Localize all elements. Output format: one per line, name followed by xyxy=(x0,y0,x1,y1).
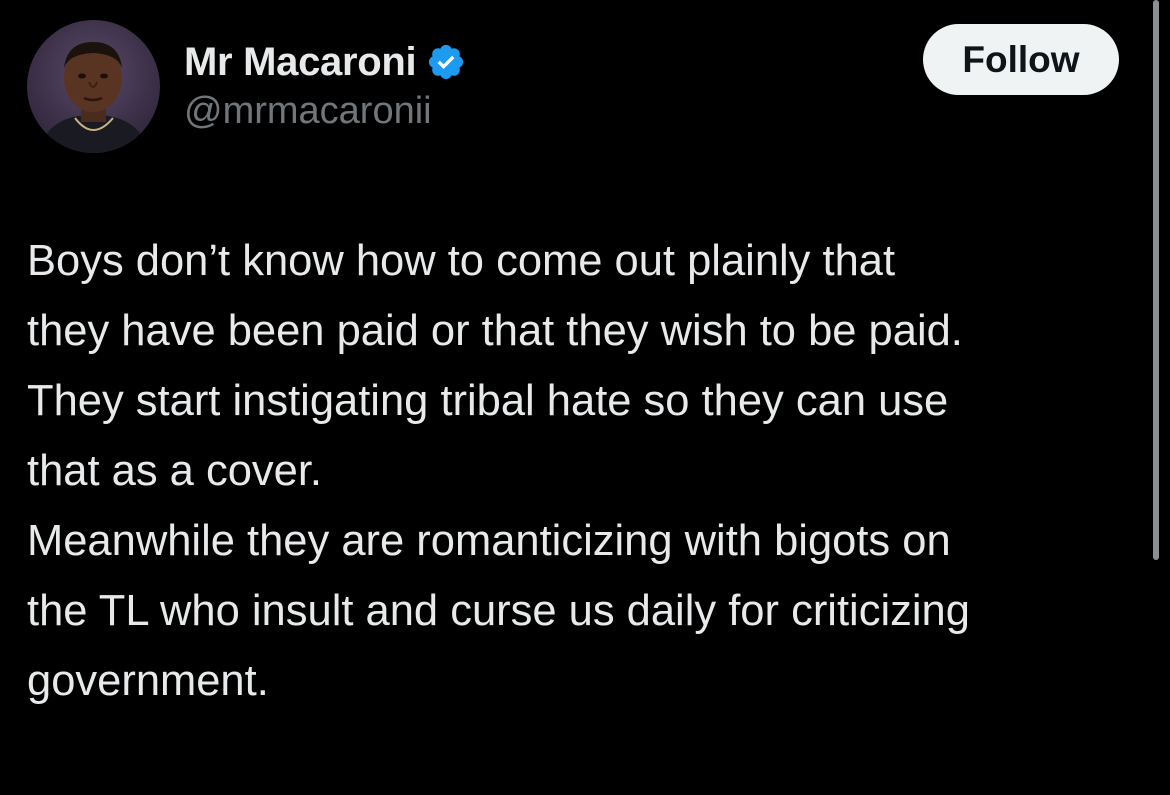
name-row: Mr Macaroni xyxy=(184,36,466,88)
avatar-image xyxy=(27,20,160,153)
follow-button[interactable]: Follow xyxy=(923,24,1119,95)
avatar[interactable] xyxy=(27,20,160,153)
tweet-text-line: They start instigating tribal hate so th… xyxy=(27,377,949,425)
display-name[interactable]: Mr Macaroni xyxy=(184,40,417,85)
tweet-text-line: Boys don’t know how to come out plainly … xyxy=(27,237,896,285)
tweet-text-line: they have been paid or that they wish to… xyxy=(27,307,963,355)
tweet-text-line: Meanwhile they are romanticizing with bi… xyxy=(27,517,951,565)
tweet-card: Mr Macaroni @mrmacaronii Follow Boys don… xyxy=(0,0,1170,795)
author-identity: Mr Macaroni @mrmacaronii xyxy=(184,36,466,133)
tweet-text-line: that as a cover. xyxy=(27,447,323,495)
scrollbar[interactable] xyxy=(1153,0,1159,560)
verified-badge-icon xyxy=(426,42,466,82)
tweet-text-line: the TL who insult and curse us daily for… xyxy=(27,587,970,635)
author-handle[interactable]: @mrmacaronii xyxy=(184,90,466,133)
tweet-text-line: government. xyxy=(27,657,269,705)
tweet-text: Boys don’t know how to come out plainly … xyxy=(27,226,1152,716)
